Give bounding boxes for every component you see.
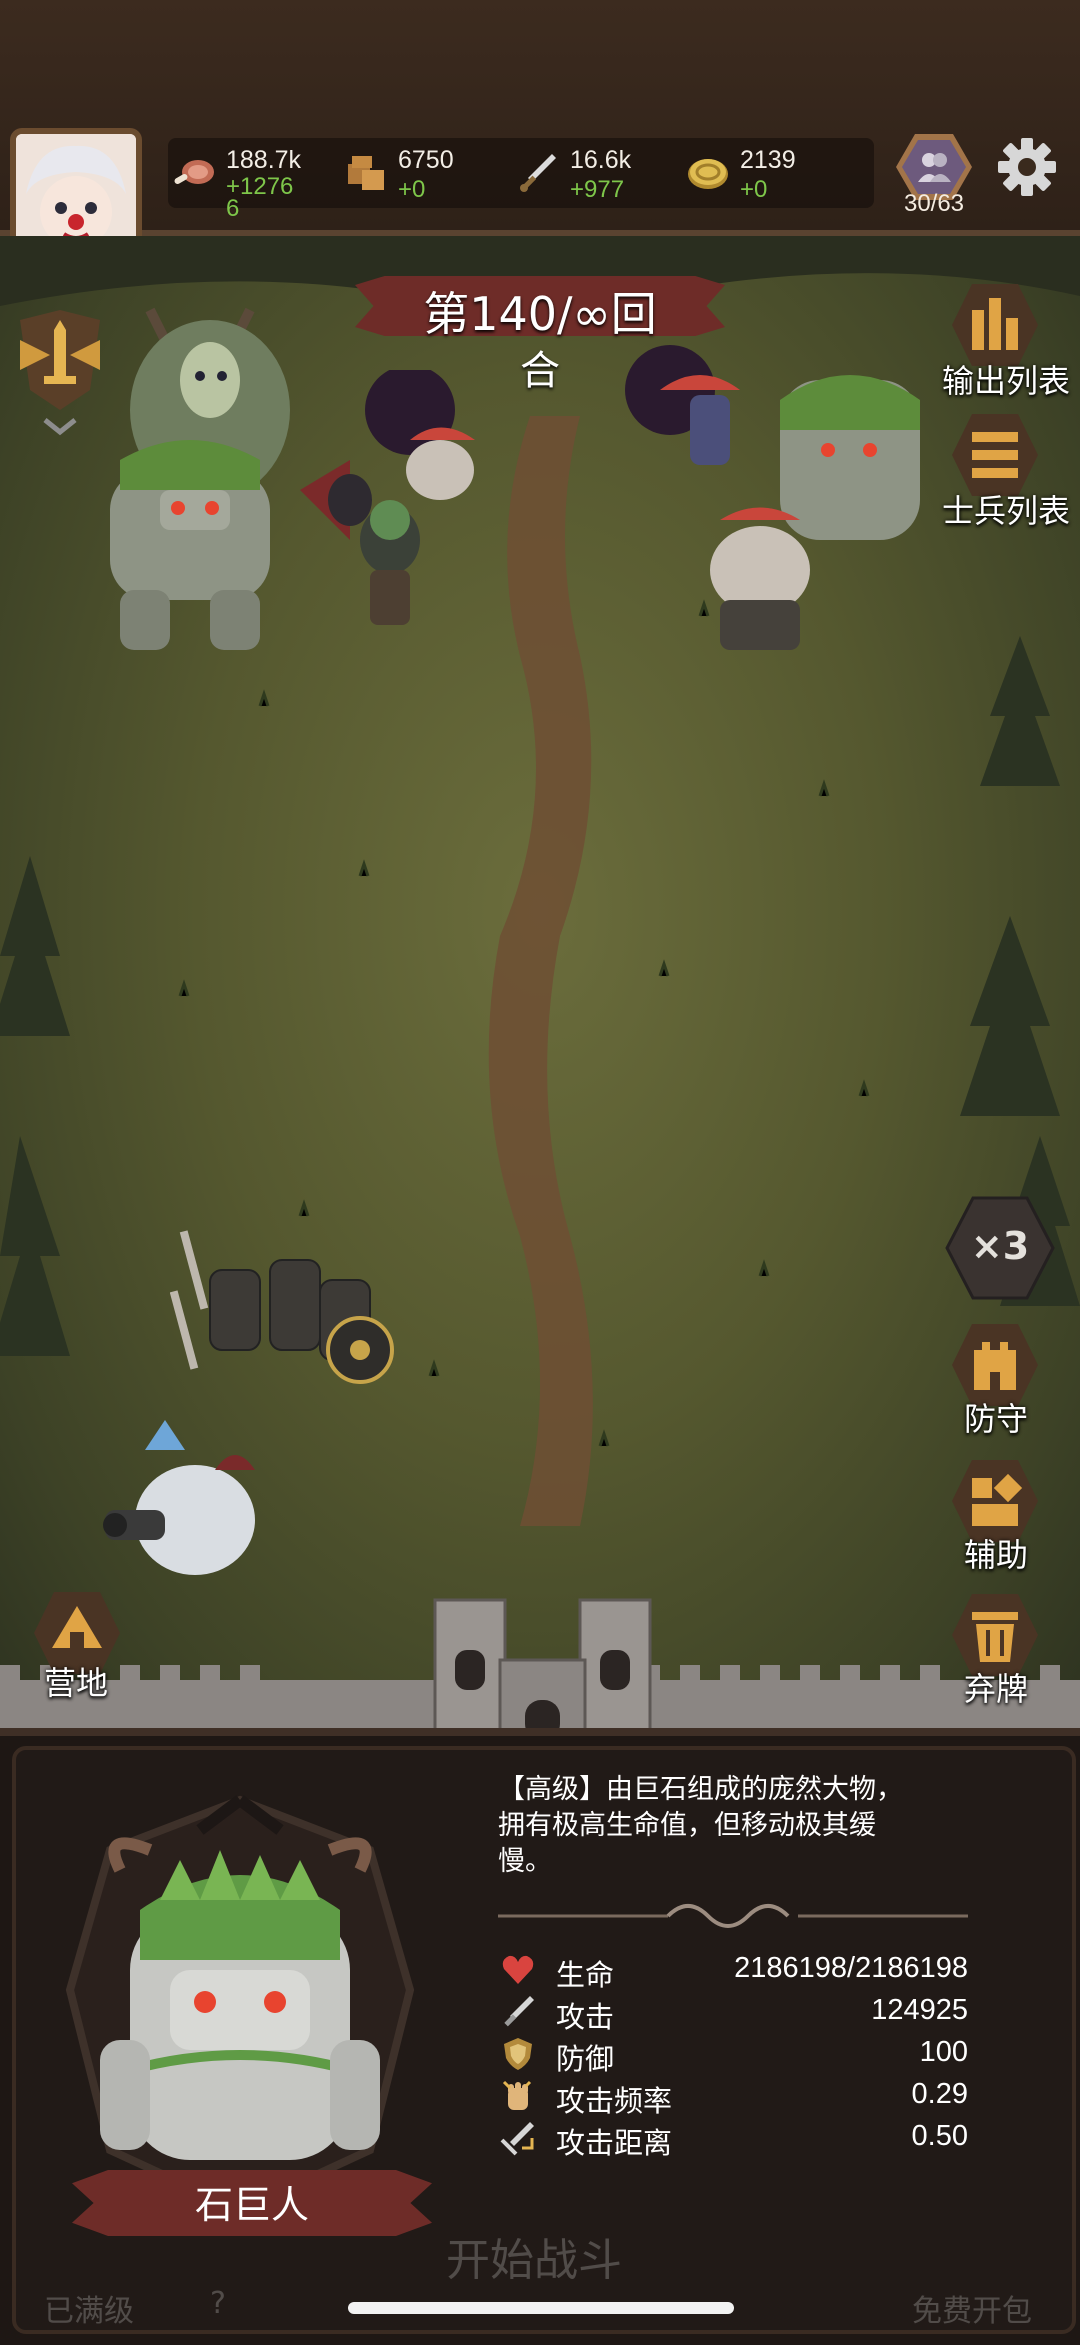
stat-hp-label: 生命 bbox=[556, 1958, 615, 1992]
stat-defense-value: 100 bbox=[919, 2036, 968, 2068]
speed-label: ×3 bbox=[970, 1224, 1030, 1268]
camp-label: 营地 bbox=[44, 1664, 109, 1702]
output-list-label: 输出列表 bbox=[941, 362, 1070, 400]
player-mage-group bbox=[103, 1420, 255, 1575]
population-button[interactable]: 30/63 bbox=[888, 134, 980, 217]
gold-resource: 2139 +0 bbox=[686, 142, 846, 212]
ornament-divider bbox=[498, 1904, 968, 1928]
attack-resource: 16.6k +977 bbox=[516, 142, 676, 212]
defend-label: 防守 bbox=[964, 1400, 1029, 1438]
defend-button[interactable]: 防守 bbox=[940, 1320, 1070, 1440]
shield-icon bbox=[504, 2038, 532, 2070]
assist-button[interactable]: 辅助 bbox=[940, 1456, 1070, 1576]
enemy-group-left bbox=[300, 370, 475, 625]
sword-icon bbox=[504, 1996, 534, 2027]
castle-wall bbox=[0, 1598, 1080, 1740]
sword-icon bbox=[520, 154, 556, 192]
heart-icon bbox=[502, 1955, 534, 1984]
stat-attack-value: 124925 bbox=[871, 1994, 968, 2026]
unit-portrait bbox=[65, 1795, 415, 2215]
meat-icon bbox=[174, 160, 214, 184]
soldier-list-label: 士兵列表 bbox=[941, 492, 1070, 530]
stat-attack-speed-value: 0.29 bbox=[911, 2078, 968, 2110]
meat-resource: 188.7k +1276 6 bbox=[172, 142, 342, 221]
unit-description: 【高级】由巨石组成的庞然大物，拥有极高生命值，但移动极其缓慢。 bbox=[498, 1774, 903, 1877]
round-banner: 第140/∞回 合 bbox=[355, 268, 725, 394]
output-list-button[interactable]: 输出列表 bbox=[920, 280, 1070, 400]
home-indicator[interactable] bbox=[348, 2302, 734, 2314]
stat-range-value: 0.50 bbox=[911, 2120, 968, 2152]
camp-button[interactable]: 营地 bbox=[18, 1588, 138, 1702]
player-knights bbox=[170, 1230, 394, 1384]
winged-sword-icon bbox=[20, 310, 100, 436]
free-pack-button[interactable]: 免费开包 bbox=[912, 2286, 1032, 2330]
discard-button[interactable]: 弃牌 bbox=[940, 1590, 1070, 1710]
people-icon bbox=[918, 153, 951, 182]
settings-gear-icon[interactable] bbox=[996, 136, 1058, 198]
assist-label: 辅助 bbox=[964, 1536, 1029, 1574]
attack-delta: +977 bbox=[570, 176, 625, 203]
coin-icon bbox=[688, 159, 728, 189]
maxed-label: 已满级 bbox=[44, 2294, 134, 2329]
soldier-list-button[interactable]: 士兵列表 bbox=[920, 410, 1070, 530]
skill-badge-button[interactable] bbox=[10, 300, 110, 440]
stat-defense-label: 防御 bbox=[556, 2042, 615, 2076]
enemy-treant bbox=[110, 307, 290, 650]
gold-delta: +0 bbox=[740, 176, 768, 203]
wood-crate-icon bbox=[348, 156, 384, 190]
gold-value: 2139 bbox=[740, 146, 796, 174]
start-battle-button[interactable]: 开始战斗 bbox=[446, 2224, 622, 2288]
question-label: ? bbox=[210, 2286, 226, 2321]
round-text-continued: 合 bbox=[520, 348, 560, 394]
range-sword-icon bbox=[500, 2122, 534, 2156]
speed-x3-button[interactable]: ×3 bbox=[945, 1196, 1055, 1300]
discard-label: 弃牌 bbox=[964, 1670, 1029, 1708]
wood-value: 6750 bbox=[398, 146, 454, 174]
fist-icon bbox=[502, 2080, 532, 2110]
attack-value: 16.6k bbox=[570, 146, 632, 174]
population-count: 30/63 bbox=[903, 190, 965, 217]
stat-range-label: 攻击距离 bbox=[556, 2126, 673, 2160]
round-text: 第140/∞回 bbox=[423, 287, 657, 341]
wood-delta: +0 bbox=[398, 176, 426, 203]
wood-resource: 6750 +0 bbox=[344, 142, 504, 212]
meat-value: 188.7k bbox=[226, 146, 302, 174]
unit-name: 石巨人 bbox=[194, 2183, 309, 2227]
stat-attack-label: 攻击 bbox=[556, 2000, 615, 2034]
stat-hp-value: 2186198/2186198 bbox=[734, 1952, 968, 1984]
meat-delta: +1276 6 bbox=[226, 173, 294, 222]
stat-attack-speed-label: 攻击频率 bbox=[556, 2084, 673, 2118]
